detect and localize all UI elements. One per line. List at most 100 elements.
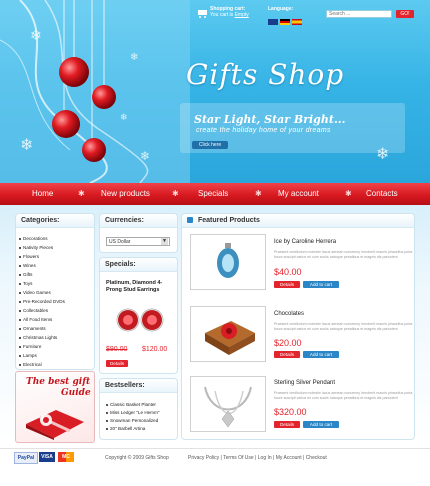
bestsellers-header: Bestsellers: <box>100 379 177 393</box>
category-item[interactable]: Toys <box>18 281 32 286</box>
language-selector: Language: <box>268 6 302 25</box>
category-item[interactable]: Lamps <box>19 353 37 358</box>
cart-info: Shopping cart: You cart is Empty <box>210 6 249 18</box>
nav-home[interactable]: Home <box>32 183 53 205</box>
product-price: $20.00 <box>274 338 302 348</box>
specials-details-button[interactable]: Details <box>106 360 128 367</box>
product-image-ice[interactable] <box>190 234 266 290</box>
specials-title: Specials: <box>105 261 136 268</box>
category-item[interactable]: Electrical <box>19 362 42 367</box>
gift-guide-line2: Guide <box>61 388 91 398</box>
specials-old-price: $90.00 <box>106 346 128 353</box>
category-item[interactable]: Gifts <box>18 272 32 277</box>
nav-star-icon: ✱ <box>78 189 85 198</box>
category-item[interactable]: Wines <box>19 263 36 268</box>
category-item[interactable]: Christmas Lights <box>18 335 57 340</box>
nav-star-icon: ✱ <box>345 189 352 198</box>
nav-new-products[interactable]: New products <box>101 183 150 205</box>
product-price: $40.00 <box>274 267 302 277</box>
add-to-cart-button[interactable]: Add to cart <box>303 281 339 288</box>
ornaments-decoration: ❄ ❄ ❄ ❄ ❄ <box>0 0 190 183</box>
product-name[interactable]: Ice by Caroline Herrera <box>274 239 336 245</box>
logo-title[interactable]: Gifts Shop <box>186 58 344 91</box>
categories-header: Categories: <box>16 214 94 228</box>
details-button[interactable]: Details <box>274 421 300 428</box>
visa-icon: VISA <box>39 452 55 462</box>
product-name[interactable]: Chocolates <box>274 311 304 317</box>
chevron-down-icon[interactable]: ▼ <box>161 238 168 245</box>
cart-icon[interactable] <box>197 8 209 18</box>
bestseller-item[interactable]: 20" Barbell Artina <box>105 426 145 431</box>
copyright: Copyright © 2009 Gifts Shop <box>105 455 169 461</box>
nav-contacts[interactable]: Contacts <box>366 183 398 205</box>
category-item[interactable]: Ornaments <box>19 326 46 331</box>
currencies-box: Currencies: <box>99 213 178 253</box>
category-item[interactable]: Pre-Recorded DVDs <box>19 299 65 304</box>
product-image-chocolates[interactable] <box>190 306 266 362</box>
bestsellers-title: Bestsellers: <box>105 382 145 389</box>
category-item[interactable]: All Food Items <box>18 317 52 322</box>
category-item[interactable]: Nativity Pieces <box>18 245 53 250</box>
gift-guide-banner[interactable]: The best gift Guide <box>15 371 95 443</box>
specials-box: Specials: Platinum, Diamond 4-Prong Stud… <box>99 257 178 374</box>
flag-uk-icon[interactable] <box>268 19 278 25</box>
featured-header: Featured Products <box>182 214 414 228</box>
footer-link-checkout[interactable]: Checkout <box>306 455 327 461</box>
nav-star-icon: ✱ <box>255 189 262 198</box>
mastercard-icon: MC <box>58 452 74 462</box>
header-banner: ❄ ❄ ❄ ❄ ❄ ❄ Shopping cart: You cart is E… <box>0 0 430 183</box>
footer-link-privacy[interactable]: Privacy Policy <box>188 455 219 461</box>
gift-box-icon <box>26 410 84 440</box>
cart-link[interactable]: Empty <box>235 12 249 18</box>
details-button[interactable]: Details <box>274 281 300 288</box>
categories-box: Categories: Decorations Nativity Pieces … <box>15 213 95 370</box>
bestseller-item[interactable]: Miss Ledger "Le Hemm" <box>105 410 159 415</box>
category-item[interactable]: Flowers <box>18 254 39 259</box>
click-here-button[interactable]: Click here <box>192 141 228 149</box>
currencies-header: Currencies: <box>100 214 177 228</box>
footer-links: Privacy Policy | Terms Of Use | Log In |… <box>188 455 327 461</box>
footer-link-login[interactable]: Log In <box>258 455 272 461</box>
search-input[interactable] <box>326 10 392 18</box>
category-item[interactable]: Decorations <box>19 236 48 241</box>
product-price: $320.00 <box>274 407 307 417</box>
footer-link-account[interactable]: My Account <box>276 455 302 461</box>
flag-de-icon[interactable] <box>280 19 290 25</box>
product-description: Praesent vestibulum molestie lacus aenea… <box>274 322 413 331</box>
main-nav: Home ✱ New products ✱ Specials ✱ My acco… <box>0 183 430 205</box>
paypal-icon: PayPal <box>14 452 38 464</box>
featured-box: Featured Products Ice by Caroline Herrer… <box>181 213 415 440</box>
cart-status: You cart is <box>210 12 234 18</box>
banner-slogan: Star Light, Star Bright... <box>194 113 346 126</box>
category-item[interactable]: Collectables <box>18 308 48 313</box>
nav-specials[interactable]: Specials <box>198 183 228 205</box>
svg-text:❄: ❄ <box>140 149 150 163</box>
nav-star-icon: ✱ <box>172 189 179 198</box>
add-to-cart-button[interactable]: Add to cart <box>303 421 339 428</box>
pendant-image <box>204 386 252 428</box>
product-name[interactable]: Sterling Silver Pendant <box>274 380 335 386</box>
bestseller-item[interactable]: Classic Basket Planter <box>106 402 156 407</box>
specials-product-name[interactable]: Platinum, Diamond 4-Prong Stud Earrings <box>106 280 172 294</box>
footer-link-terms[interactable]: Terms Of Use <box>223 455 254 461</box>
banner-subtitle: create the holiday home of your dreams <box>196 127 331 134</box>
category-item[interactable]: Video Games <box>19 290 51 295</box>
currencies-title: Currencies: <box>105 217 144 224</box>
add-to-cart-button[interactable]: Add to cart <box>303 351 339 358</box>
earrings-image[interactable] <box>116 305 164 335</box>
featured-title: Featured Products <box>198 217 260 224</box>
flag-es-icon[interactable] <box>292 19 302 25</box>
svg-text:❄: ❄ <box>30 28 42 44</box>
details-button[interactable]: Details <box>274 351 300 358</box>
featured-icon <box>187 217 193 223</box>
category-item[interactable]: Furniture <box>18 344 41 349</box>
product-image-pendant[interactable] <box>190 376 266 432</box>
product-description: Praesent vestibulum molestie lacus aenea… <box>274 391 413 400</box>
bestseller-item[interactable]: Snowman Personalized <box>105 418 158 423</box>
gift-guide-line1: The best gift <box>26 377 91 387</box>
specials-header: Specials: <box>100 258 177 272</box>
language-label: Language: <box>268 6 294 12</box>
svg-text:❄: ❄ <box>120 113 128 123</box>
search-button[interactable]: GO! <box>396 10 414 18</box>
nav-my-account[interactable]: My account <box>278 183 319 205</box>
